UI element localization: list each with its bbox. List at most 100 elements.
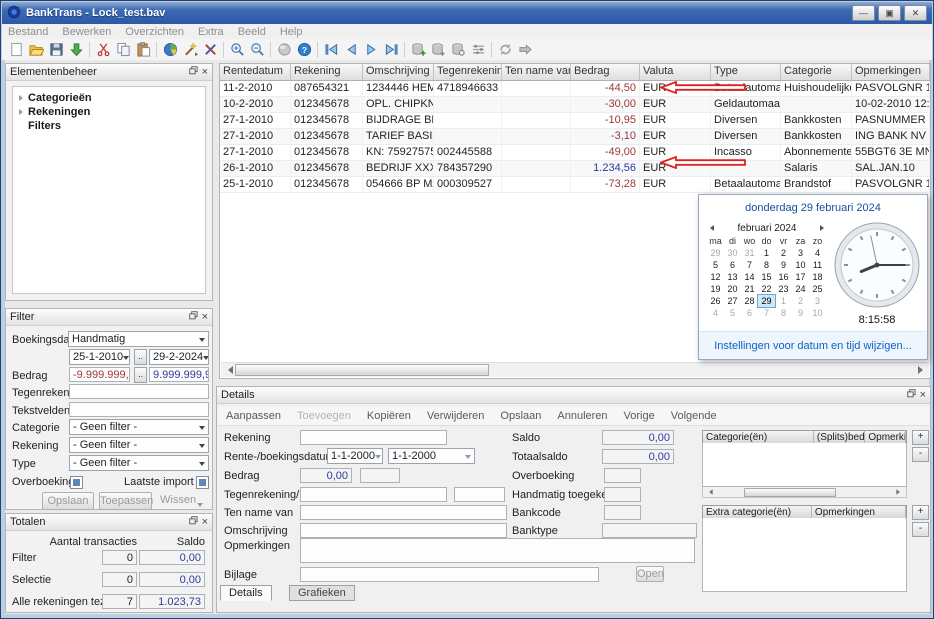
float-panel-icon[interactable]	[906, 389, 916, 401]
table-row[interactable]: 25-1-2010012345678054666 BP MAAS...00030…	[220, 177, 930, 193]
tools-icon[interactable]	[200, 41, 220, 59]
db-search-icon[interactable]	[448, 41, 468, 59]
pie-chart-icon[interactable]	[160, 41, 180, 59]
calendar-day[interactable]: 3	[792, 247, 809, 259]
open-bijlage-button[interactable]: Open	[636, 566, 664, 582]
calendar-day[interactable]: 2	[792, 295, 809, 307]
toepassen-button[interactable]: Toepassen	[99, 492, 153, 510]
verwijderen-button[interactable]: Verwijderen	[427, 410, 484, 422]
maximize-button[interactable]: ▣	[878, 5, 901, 21]
paste-icon[interactable]	[133, 41, 153, 59]
column-header-categorie[interactable]: Categorie	[781, 64, 852, 80]
menu-bestand[interactable]: Bestand	[8, 26, 48, 38]
refresh-icon[interactable]	[495, 41, 515, 59]
table-row[interactable]: 11-2-20100876543211234446 HEMA D...47189…	[220, 81, 930, 97]
calendar-day[interactable]: 8	[775, 307, 792, 319]
menu-overzichten[interactable]: Overzichten	[125, 26, 184, 38]
copy-icon[interactable]	[113, 41, 133, 59]
date-range-button[interactable]: ..	[134, 349, 147, 365]
column-header-tegenrekening[interactable]: Tegenrekening	[434, 64, 502, 80]
category-table-body[interactable]	[702, 443, 907, 487]
calendar-day[interactable]: 6	[724, 259, 741, 271]
opslaan-button[interactable]: Opslaan	[500, 410, 541, 422]
bedrag-detail-input[interactable]: 0,00	[300, 468, 352, 483]
wissen-dropdown-icon[interactable]	[197, 503, 203, 510]
calendar-day[interactable]: 29	[757, 294, 776, 308]
calendar-day[interactable]: 27	[724, 295, 741, 307]
table-row[interactable]: 27-1-2010012345678BIJDRAGE BETA... -10,95…	[220, 113, 930, 129]
calendar-day[interactable]: 14	[741, 271, 758, 283]
laatste-import-checkbox[interactable]	[196, 476, 209, 489]
float-panel-icon[interactable]	[188, 516, 198, 528]
nav-next-icon[interactable]	[361, 41, 381, 59]
magic-wand-icon[interactable]	[180, 41, 200, 59]
calendar-day[interactable]: 3	[809, 295, 826, 307]
import-download-icon[interactable]	[66, 41, 86, 59]
remove-extra-category-button[interactable]: -	[912, 522, 929, 537]
boekingsdatum-select[interactable]: Handmatig	[68, 331, 209, 347]
globe-icon[interactable]	[274, 41, 294, 59]
elements-panel-header[interactable]: Elementenbeheer ×	[6, 64, 212, 81]
add-extra-category-button[interactable]: +	[912, 505, 929, 520]
table-row[interactable]: 26-1-2010 012345678 BEDRIJF XXX 784357290 1.…	[220, 161, 930, 177]
calendar-day[interactable]: 12	[707, 271, 724, 283]
cut-icon[interactable]	[93, 41, 113, 59]
column-header-rekening[interactable]: Rekening	[291, 64, 363, 80]
menu-bewerken[interactable]: Bewerken	[62, 26, 111, 38]
calendar-day[interactable]: 8	[758, 259, 775, 271]
calendar-day[interactable]: 18	[809, 271, 826, 283]
calendar-day[interactable]: 29	[707, 247, 724, 259]
title-bar[interactable]: BankTrans - Lock_test.bav — ▣ ✕	[2, 2, 932, 24]
opmerkingen-textarea[interactable]	[300, 538, 695, 563]
column-header-rentedatum[interactable]: Rentedatum	[220, 64, 291, 80]
column-header-bedrag[interactable]: Bedrag	[571, 64, 640, 80]
annuleren-button[interactable]: Annuleren	[557, 410, 607, 422]
calendar-day[interactable]: 4	[707, 307, 724, 319]
bedrag-max-input[interactable]: 9.999.999,99	[149, 367, 209, 382]
menu-help[interactable]: Help	[280, 26, 303, 38]
calendar-day[interactable]: 10	[792, 259, 809, 271]
banktype-box[interactable]	[602, 523, 697, 538]
float-panel-icon[interactable]	[188, 311, 198, 323]
close-panel-icon[interactable]: ×	[202, 311, 208, 323]
calendar-day[interactable]: 7	[758, 307, 775, 319]
menu-extra[interactable]: Extra	[198, 26, 224, 38]
filter-panel-header[interactable]: Filter ×	[6, 309, 212, 326]
tab-grafieken[interactable]: Grafieken	[289, 585, 355, 601]
bic-input[interactable]	[454, 487, 505, 502]
nav-last-icon[interactable]	[381, 41, 401, 59]
rentedatum-select[interactable]: 1-1-2000	[327, 448, 383, 464]
calendar-day[interactable]: 17	[792, 271, 809, 283]
column-header-valuta[interactable]: Valuta	[640, 64, 711, 80]
calendar-day[interactable]: 16	[775, 271, 792, 283]
calendar-day[interactable]: 15	[758, 271, 775, 283]
float-panel-icon[interactable]	[188, 66, 198, 78]
calendar-day[interactable]: 4	[809, 247, 826, 259]
table-row[interactable]: 10-2-2010012345678OPL. CHIPKNIP 0... -30,…	[220, 97, 930, 113]
column-header-omschrijving[interactable]: Omschrijving	[363, 64, 434, 80]
rekening-select[interactable]: - Geen filter -	[69, 437, 209, 453]
calendar-day[interactable]: 30	[724, 247, 741, 259]
remove-category-button[interactable]: -	[912, 447, 929, 462]
kopiëren-button[interactable]: Kopiëren	[367, 410, 411, 422]
tree-item-rekeningen[interactable]: Rekeningen	[15, 105, 203, 119]
date-to-select[interactable]: 29-2-2024	[149, 349, 209, 365]
scroll-left-icon[interactable]	[221, 364, 235, 376]
scrollbar-thumb[interactable]	[235, 364, 489, 376]
db-add-icon[interactable]	[408, 41, 428, 59]
omschrijving-input[interactable]	[300, 523, 507, 538]
ten-name-van-input[interactable]	[300, 505, 507, 520]
close-panel-icon[interactable]: ×	[202, 66, 208, 78]
wissen-button[interactable]: Wissen	[160, 492, 196, 510]
bedrag-min-input[interactable]: -9.999.999,99	[69, 367, 130, 382]
rekening-input[interactable]	[300, 430, 447, 445]
zoom-in-icon[interactable]	[227, 41, 247, 59]
save-icon[interactable]	[46, 41, 66, 59]
tegenrekening-input[interactable]	[69, 384, 209, 399]
calendar-day[interactable]: 20	[724, 283, 741, 295]
calendar-day[interactable]: 5	[724, 307, 741, 319]
calendar-day[interactable]: 28	[741, 295, 758, 307]
table-row[interactable]: 27-1-2010012345678KN: 7592757597...00244…	[220, 145, 930, 161]
calendar-day[interactable]: 19	[707, 283, 724, 295]
scroll-right-icon[interactable]	[915, 364, 929, 376]
